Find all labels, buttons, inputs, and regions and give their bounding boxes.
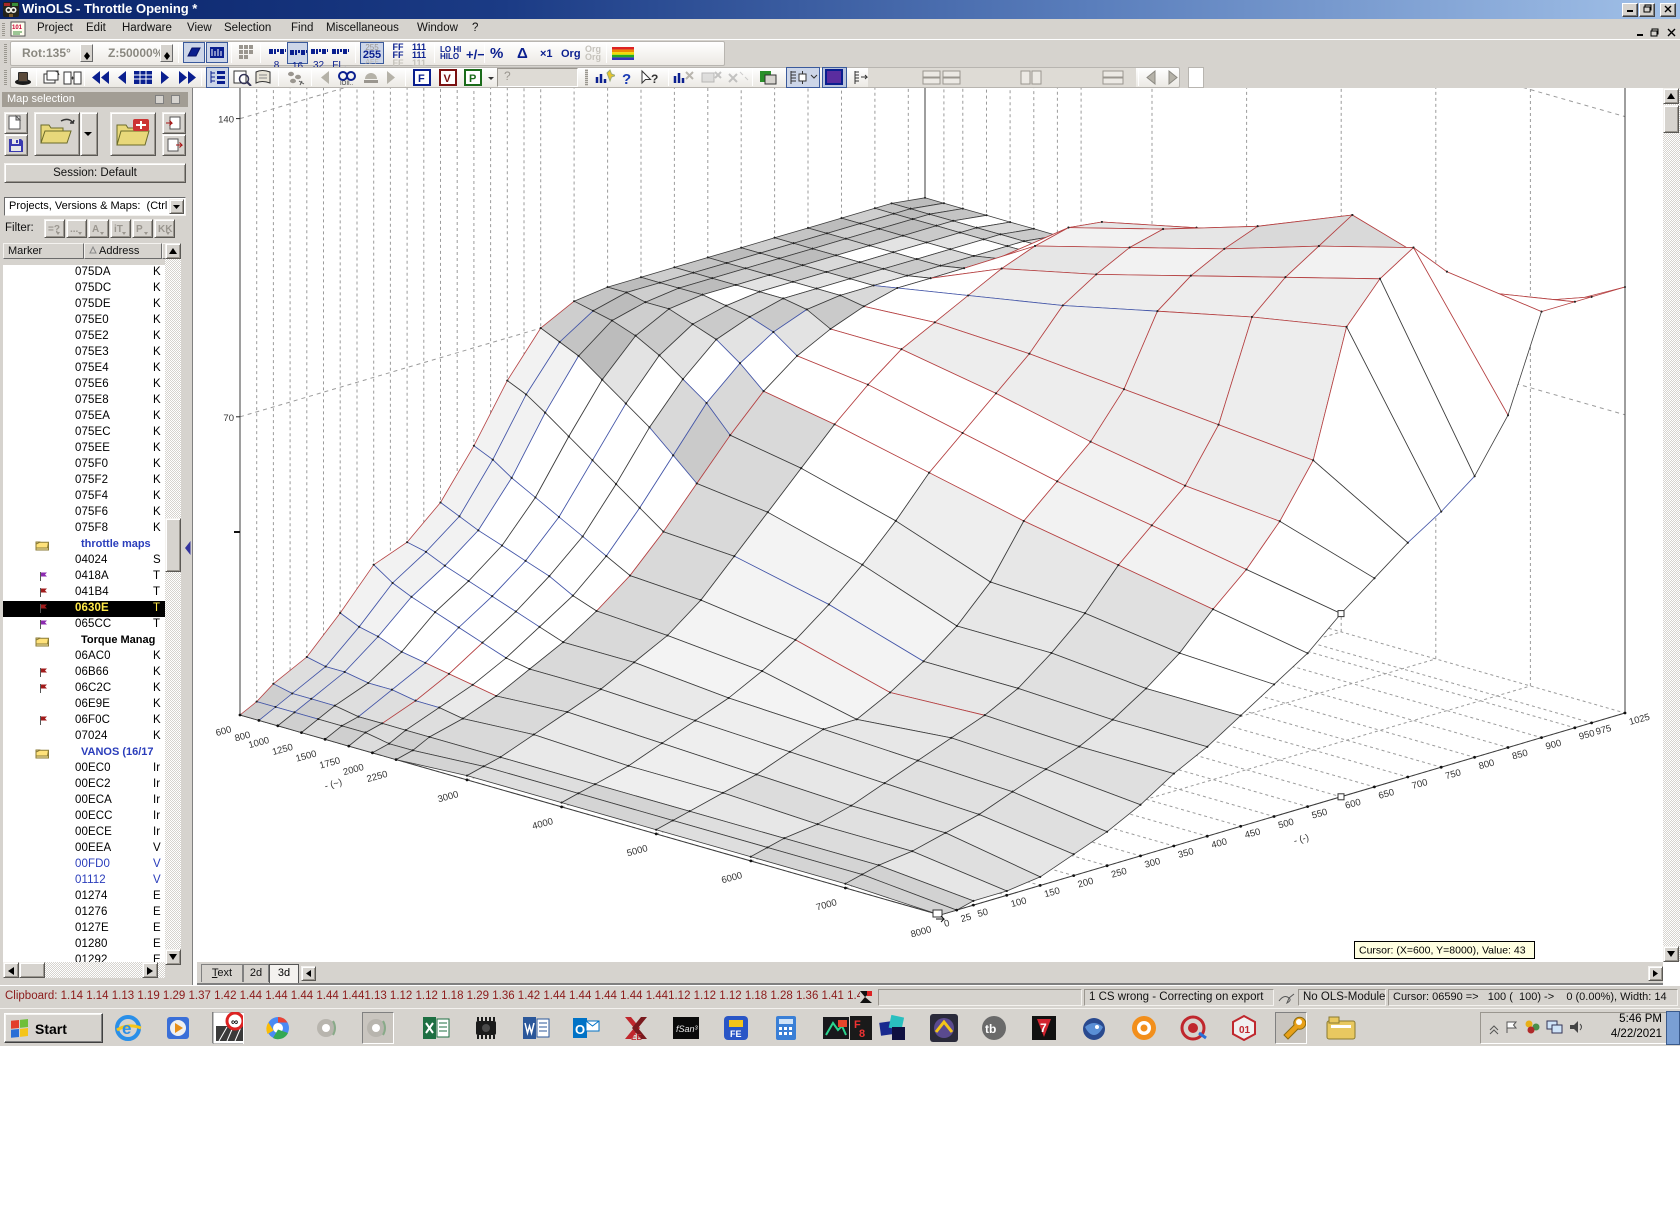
svg-text:1750: 1750 — [318, 755, 341, 771]
svg-text:IOII..: IOII.. — [340, 81, 353, 86]
svg-text:250: 250 — [1110, 866, 1128, 881]
svg-text:100: 100 — [1010, 895, 1028, 910]
svg-text:6000: 6000 — [720, 870, 743, 886]
svg-text:V: V — [444, 73, 452, 85]
svg-text:140: 140 — [218, 115, 234, 126]
svg-text:900: 900 — [1544, 738, 1562, 753]
svg-text:25: 25 — [960, 912, 973, 925]
svg-text:8: 8 — [859, 1028, 865, 1040]
svg-text:7: 7 — [1040, 1021, 1047, 1035]
svg-text:800: 800 — [1478, 757, 1496, 772]
svg-text:200: 200 — [1077, 876, 1095, 891]
svg-text:O: O — [575, 1022, 585, 1037]
svg-text:350: 350 — [1177, 846, 1195, 861]
svg-text:750: 750 — [1444, 767, 1462, 782]
svg-text:150: 150 — [1043, 886, 1061, 901]
svg-text:650: 650 — [1377, 787, 1395, 802]
svg-text:e: e — [122, 1019, 131, 1038]
svg-text:4000: 4000 — [531, 816, 554, 832]
svg-text:101: 101 — [12, 25, 23, 31]
svg-text:...: ... — [70, 224, 79, 235]
svg-text:- (-): - (-) — [1293, 832, 1311, 847]
svg-text:2000: 2000 — [342, 762, 365, 778]
svg-text:450: 450 — [1244, 826, 1262, 841]
svg-text:0: 0 — [943, 918, 951, 930]
svg-text:975: 975 — [1595, 723, 1613, 738]
svg-text:1250: 1250 — [271, 742, 294, 758]
svg-text:iT: iT — [114, 224, 123, 235]
svg-text:50: 50 — [976, 907, 989, 920]
svg-text:∞: ∞ — [231, 1017, 238, 1028]
svg-text:P: P — [136, 224, 143, 235]
svg-text:70: 70 — [223, 413, 234, 424]
svg-text:2250: 2250 — [366, 769, 389, 785]
svg-text:Cursor: (X=600, Y=8000), Value: Cursor: (X=600, Y=8000), Value: 43 — [1359, 945, 1526, 957]
svg-text:P: P — [469, 73, 476, 85]
svg-text:F: F — [418, 73, 425, 85]
svg-text:tb: tb — [985, 1022, 996, 1036]
svg-text:700: 700 — [1411, 777, 1429, 792]
svg-text:5000: 5000 — [626, 843, 649, 859]
svg-text:1500: 1500 — [295, 749, 318, 765]
svg-text:500: 500 — [1277, 817, 1295, 832]
svg-text:8000: 8000 — [910, 924, 933, 940]
svg-text:EE: EE — [631, 1033, 642, 1042]
svg-text:600: 600 — [215, 724, 233, 739]
svg-text:3000: 3000 — [437, 789, 460, 805]
svg-text:1025: 1025 — [1628, 712, 1651, 728]
svg-text:?: ? — [651, 72, 658, 86]
svg-text:?: ? — [622, 71, 631, 86]
svg-text:550: 550 — [1311, 807, 1329, 822]
svg-text:850: 850 — [1511, 748, 1529, 763]
svg-text:950: 950 — [1578, 728, 1596, 743]
svg-text:- (~): - (~) — [323, 777, 343, 792]
svg-text:KK: KK — [158, 224, 173, 235]
svg-text:fSan³: fSan³ — [676, 1024, 699, 1034]
svg-text:600: 600 — [1344, 797, 1362, 812]
svg-text:7000: 7000 — [815, 897, 838, 913]
svg-text:300: 300 — [1143, 856, 1161, 871]
svg-text:A: A — [92, 224, 99, 235]
svg-text:FE: FE — [730, 1029, 742, 1039]
svg-text:01: 01 — [1239, 1025, 1251, 1036]
svg-text:400: 400 — [1210, 836, 1228, 851]
